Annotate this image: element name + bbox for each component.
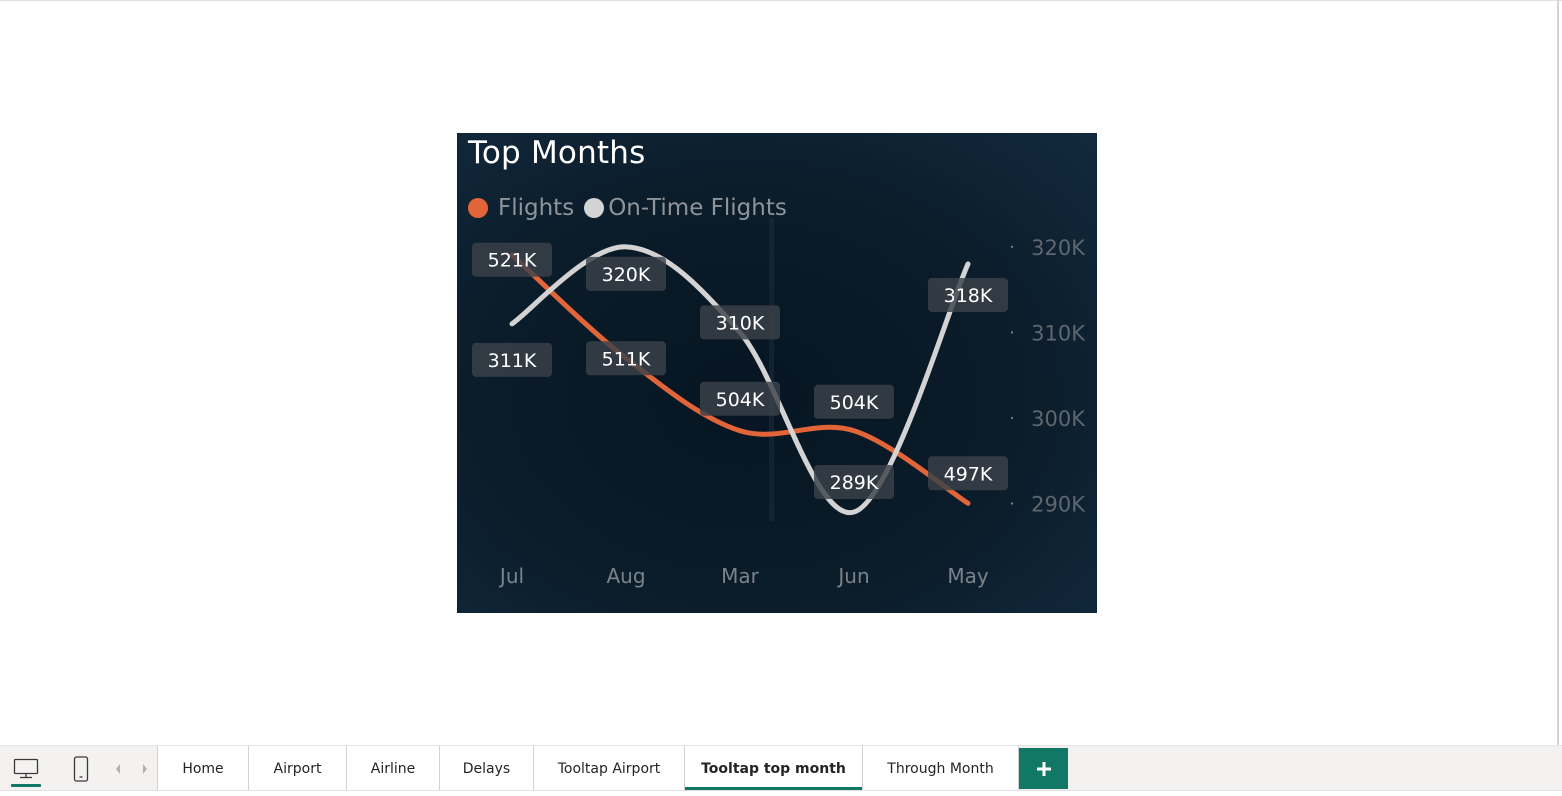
tab-tooltap-top-month[interactable]: Tooltap top month <box>685 746 863 791</box>
tab-label: Airport <box>273 760 322 777</box>
data-label-flights: 511K <box>602 348 651 370</box>
mobile-view-icon <box>73 755 89 782</box>
tab-airline[interactable]: Airline <box>347 746 440 791</box>
x-axis-tick-label: May <box>947 564 989 588</box>
chevron-right-icon <box>143 763 147 774</box>
x-axis-tick-label: Jun <box>836 564 869 588</box>
chevron-left-icon <box>116 763 120 774</box>
x-axis-tick-label: Jul <box>498 564 524 588</box>
tab-through-month[interactable]: Through Month <box>863 746 1019 791</box>
previous-page-button[interactable] <box>106 746 130 791</box>
tab-tooltap-airport[interactable]: Tooltap Airport <box>534 746 685 791</box>
tabbar-bottom-line <box>0 790 1562 796</box>
top-border <box>0 0 1562 1</box>
page-tabs: Home Airport Airline Delays Tooltap Airp… <box>157 746 1019 791</box>
data-label-flights: 504K <box>830 392 879 414</box>
x-axis-tick-label: Aug <box>606 564 645 588</box>
y-tick-dot <box>1010 502 1014 505</box>
data-label-on-time-flights: 311K <box>488 350 537 372</box>
desktop-view-icon <box>13 758 39 778</box>
y-axis-tick-label: 310K <box>1031 321 1086 345</box>
tab-label: Home <box>182 760 224 777</box>
y-tick-dot <box>1010 416 1014 420</box>
tab-label: Tooltap Airport <box>557 760 661 777</box>
data-label-flights: 504K <box>716 389 765 411</box>
y-tick-dot <box>1010 245 1014 248</box>
mobile-view-button[interactable] <box>55 746 107 791</box>
plus-icon <box>1036 761 1051 776</box>
series-line-flights <box>509 252 971 506</box>
x-axis-tick-label: Mar <box>721 564 760 588</box>
tab-airport[interactable]: Airport <box>249 746 347 791</box>
desktop-view-active-indicator <box>11 784 41 787</box>
hover-band <box>769 218 774 521</box>
y-axis-tick-label: 320K <box>1031 236 1086 260</box>
data-label-on-time-flights: 320K <box>602 264 651 286</box>
line-chart: 320K 310K 300K 290K Jul Aug Mar Jun May 521K 511K 5… <box>472 218 1086 588</box>
desktop-view-button[interactable] <box>0 746 52 791</box>
data-label-on-time-flights: 310K <box>716 312 765 334</box>
tab-label: Delays <box>462 760 511 777</box>
canvas-right-edge <box>1557 0 1559 745</box>
add-page-button[interactable] <box>1019 748 1068 789</box>
tab-label: Through Month <box>887 760 994 777</box>
series-line-on-time-flights <box>509 244 971 515</box>
tab-label: Tooltap top month <box>701 760 846 777</box>
data-label-on-time-flights: 289K <box>830 472 879 494</box>
data-label-flights: 497K <box>944 463 993 485</box>
y-axis-tick-label: 300K <box>1031 407 1086 431</box>
data-label-on-time-flights: 318K <box>944 285 993 307</box>
tab-home[interactable]: Home <box>158 746 249 791</box>
top-months-visual[interactable]: Top Months Flights On-Time Flights 320K 3… <box>457 133 1097 613</box>
y-axis-tick-label: 290K <box>1031 492 1086 516</box>
tab-label: Airline <box>370 760 416 777</box>
data-label-flights: 521K <box>488 250 537 272</box>
report-canvas: Top Months Flights On-Time Flights 320K 3… <box>0 0 1562 795</box>
y-tick-dot <box>1010 331 1014 334</box>
next-page-button[interactable] <box>133 746 157 791</box>
tab-delays[interactable]: Delays <box>440 746 534 791</box>
page-tab-bar: Home Airport Airline Delays Tooltap Airp… <box>0 745 1562 791</box>
